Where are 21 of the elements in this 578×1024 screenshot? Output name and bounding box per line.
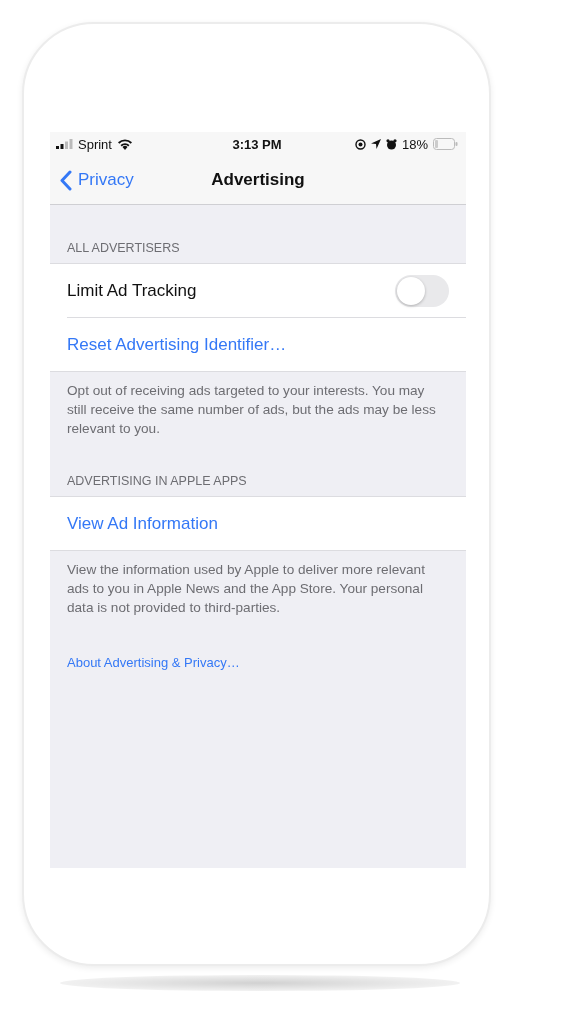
page-title: Advertising bbox=[211, 170, 305, 190]
back-button[interactable]: Privacy bbox=[50, 169, 134, 191]
section-footer: Opt out of receiving ads targeted to your interests. You may still receive the same number of ads, but the ads may be less relevant to you. bbox=[50, 372, 466, 438]
battery-icon bbox=[433, 138, 458, 150]
status-time: 3:13 PM bbox=[232, 136, 282, 152]
toggle-switch[interactable] bbox=[395, 274, 449, 307]
carrier-name: Sprint bbox=[78, 136, 112, 152]
section-header: ALL ADVERTISERS bbox=[66, 240, 181, 257]
about-link[interactable]: About Advertising & Privacy… bbox=[67, 655, 240, 670]
battery-percent: 18% bbox=[401, 136, 428, 152]
section-footer: View the information used by Apple to deliver more relevant ads to you in Apple News and the App Store. Your personal data is not provided to third-parties. bbox=[50, 551, 466, 617]
alarm-icon bbox=[385, 138, 397, 150]
location-icon bbox=[370, 139, 381, 149]
setting-label: Limit Ad Tracking bbox=[67, 280, 197, 301]
section-header: ADVERTISING IN APPLE APPS bbox=[66, 473, 248, 490]
orientation-lock-icon bbox=[354, 138, 366, 150]
chevron-left-icon bbox=[60, 169, 72, 191]
signal-icon bbox=[56, 139, 73, 149]
wifi-icon bbox=[116, 138, 133, 150]
setting-link[interactable]: Reset Advertising Identifier… bbox=[67, 334, 287, 355]
setting-link[interactable]: View Ad Information bbox=[67, 513, 218, 534]
